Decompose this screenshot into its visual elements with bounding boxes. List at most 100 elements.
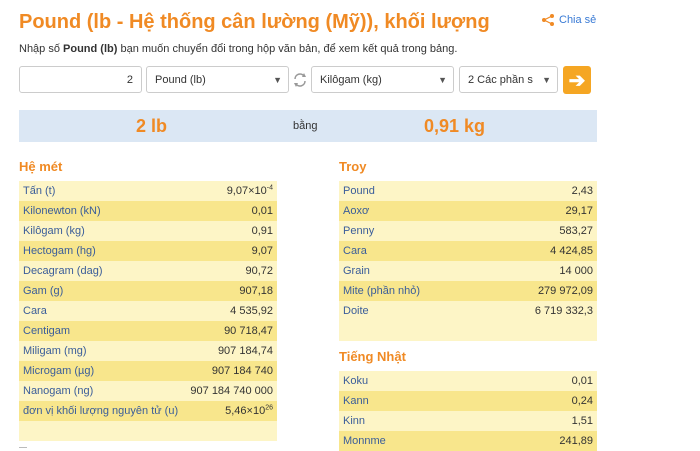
swap-units-button[interactable] bbox=[291, 71, 309, 89]
table-row: Grain 14 000 bbox=[339, 261, 597, 281]
unit-value: 279 972,09 bbox=[537, 285, 593, 297]
unit-value: 9,07×10-4 bbox=[226, 184, 273, 197]
table-row: Kilôgam (kg) 0,91 bbox=[19, 221, 277, 241]
table-row: Cara 4 424,85 bbox=[339, 241, 597, 261]
table-row: Tấn (t) 9,07×10-4 bbox=[19, 181, 277, 201]
table-row: Penny 583,27 bbox=[339, 221, 597, 241]
table-row: Nanogam (ng) 907 184 740 000 bbox=[19, 381, 277, 401]
unit-value: 5,46×1026 bbox=[225, 404, 273, 417]
japan-section-title: Tiếng Nhật bbox=[339, 349, 406, 364]
unit-name: Aoxơ bbox=[343, 205, 370, 217]
swap-icon bbox=[294, 73, 306, 87]
result-source: 2 lb bbox=[136, 115, 168, 136]
table-row: Kilonewton (kN) 0,01 bbox=[19, 201, 277, 221]
to-unit-label: Kilôgam (kg) bbox=[320, 73, 382, 86]
unit-value: 907,18 bbox=[239, 285, 273, 297]
unit-name: Microgam (µg) bbox=[23, 365, 95, 377]
unit-value: 0,24 bbox=[571, 395, 593, 407]
japan-table: Koku 0,01 Kann 0,24 Kinn 1,51 Monnme 241,89 bbox=[339, 371, 597, 451]
chevron-down-icon: ▼ bbox=[273, 74, 282, 85]
unit-name: Gam (g) bbox=[23, 285, 64, 297]
table-row: Kinn 1,51 bbox=[339, 411, 597, 431]
unit-value: 14 000 bbox=[559, 265, 593, 277]
table-row: Decagram (dag) 90,72 bbox=[19, 261, 277, 281]
unit-name: Tấn (t) bbox=[23, 185, 56, 197]
result-equals: bằng bbox=[293, 120, 318, 132]
arrow-right-icon: ➔ bbox=[568, 69, 586, 92]
table-row: Miligam (mg) 907 184,74 bbox=[19, 341, 277, 361]
table-row: Mite (phần nhỏ) 279 972,09 bbox=[339, 281, 597, 301]
unit-name: Penny bbox=[343, 225, 375, 237]
chevron-down-icon: ▼ bbox=[438, 74, 447, 85]
unit-name: Pound bbox=[343, 185, 375, 197]
unit-name: Cara bbox=[343, 245, 367, 257]
unit-value: 4 424,85 bbox=[550, 245, 593, 257]
unit-name: Hectogam (hg) bbox=[23, 245, 96, 257]
table-row: Monnme 241,89 bbox=[339, 431, 597, 451]
table-row: Aoxơ 29,17 bbox=[339, 201, 597, 221]
precision-label: 2 Các phần s bbox=[468, 73, 533, 86]
unit-value: 907 184 740 000 bbox=[190, 385, 273, 397]
unit-value: 583,27 bbox=[559, 225, 593, 237]
unit-name: Kilonewton (kN) bbox=[23, 205, 101, 217]
table-row: Cara 4 535,92 bbox=[19, 301, 277, 321]
table-row: Hectogam (hg) 9,07 bbox=[19, 241, 277, 261]
unit-name: Nanogam (ng) bbox=[23, 385, 94, 397]
to-unit-select[interactable]: Kilôgam (kg) ▼ bbox=[311, 66, 454, 93]
unit-name: Centigam bbox=[23, 325, 71, 337]
result-target: 0,91 kg bbox=[424, 115, 486, 136]
unit-value: 90,72 bbox=[245, 265, 273, 277]
convert-button[interactable]: ➔ bbox=[563, 66, 591, 94]
intro-text: Nhập số Pound (lb) bạn muốn chuyển đổi t… bbox=[19, 43, 458, 55]
divider bbox=[19, 447, 27, 448]
share-label: Chia sẻ bbox=[559, 14, 597, 26]
unit-value: 0,01 bbox=[251, 205, 273, 217]
unit-value: 1,51 bbox=[571, 415, 593, 427]
unit-name: Cara bbox=[23, 305, 47, 317]
unit-name: Mite (phần nhỏ) bbox=[343, 285, 421, 297]
table-row: Kann 0,24 bbox=[339, 391, 597, 411]
unit-value: 907 184 740 bbox=[211, 365, 273, 377]
table-row: Gam (g) 907,18 bbox=[19, 281, 277, 301]
result-bar: 2 lb bằng 0,91 kg bbox=[19, 110, 597, 142]
unit-value: 90 718,47 bbox=[224, 325, 273, 337]
unit-value: 907 184,74 bbox=[217, 345, 273, 357]
unit-value: 241,89 bbox=[559, 435, 593, 447]
unit-name: Kinn bbox=[343, 415, 366, 427]
from-unit-label: Pound (lb) bbox=[155, 73, 206, 86]
precision-select[interactable]: 2 Các phần s ▼ bbox=[459, 66, 558, 93]
share-button[interactable]: Chia sẻ bbox=[541, 13, 596, 27]
unit-name: Miligam (mg) bbox=[23, 345, 87, 357]
unit-name: Monnme bbox=[343, 435, 386, 447]
unit-name: Grain bbox=[343, 265, 370, 277]
unit-value: 0,91 bbox=[251, 225, 273, 237]
troy-table: Pound 2,43 Aoxơ 29,17 Penny 583,27 Cara 4 424,8… bbox=[339, 181, 597, 341]
unit-value: 4 535,92 bbox=[230, 305, 273, 317]
table-row: Microgam (µg) 907 184 740 bbox=[19, 361, 277, 381]
table-row: Doite 6 719 332,3 bbox=[339, 301, 597, 321]
unit-name: Kann bbox=[343, 395, 369, 407]
share-icon bbox=[542, 14, 554, 26]
unit-name: Koku bbox=[343, 375, 369, 387]
table-row: Pound 2,43 bbox=[339, 181, 597, 201]
unit-value: 9,07 bbox=[251, 245, 273, 257]
chevron-down-icon: ▼ bbox=[542, 74, 551, 85]
table-row: đơn vị khối lượng nguyên tử (u) 5,46×1026 bbox=[19, 401, 277, 421]
unit-name: Doite bbox=[343, 305, 369, 317]
value-input[interactable]: 2 bbox=[19, 66, 142, 93]
table-row: Centigam 90 718,47 bbox=[19, 321, 277, 341]
unit-name: đơn vị khối lượng nguyên tử (u) bbox=[23, 405, 179, 417]
troy-section-title: Troy bbox=[339, 159, 367, 174]
unit-name: Decagram (dag) bbox=[23, 265, 103, 277]
unit-name: Kilôgam (kg) bbox=[23, 225, 85, 237]
metric-table: Tấn (t) 9,07×10-4 Kilonewton (kN) 0,01 Kilôg… bbox=[19, 181, 277, 441]
unit-value: 29,17 bbox=[565, 205, 593, 217]
table-row: Koku 0,01 bbox=[339, 371, 597, 391]
unit-value: 6 719 332,3 bbox=[534, 305, 593, 317]
metric-section-title: Hệ mét bbox=[19, 159, 63, 174]
from-unit-select[interactable]: Pound (lb) ▼ bbox=[146, 66, 289, 93]
page-title: Pound (lb - Hệ thống cân lường (Mỹ)), kh… bbox=[19, 11, 490, 33]
unit-value: 2,43 bbox=[571, 185, 593, 197]
table-padding bbox=[19, 421, 277, 441]
unit-value: 0,01 bbox=[571, 375, 593, 387]
